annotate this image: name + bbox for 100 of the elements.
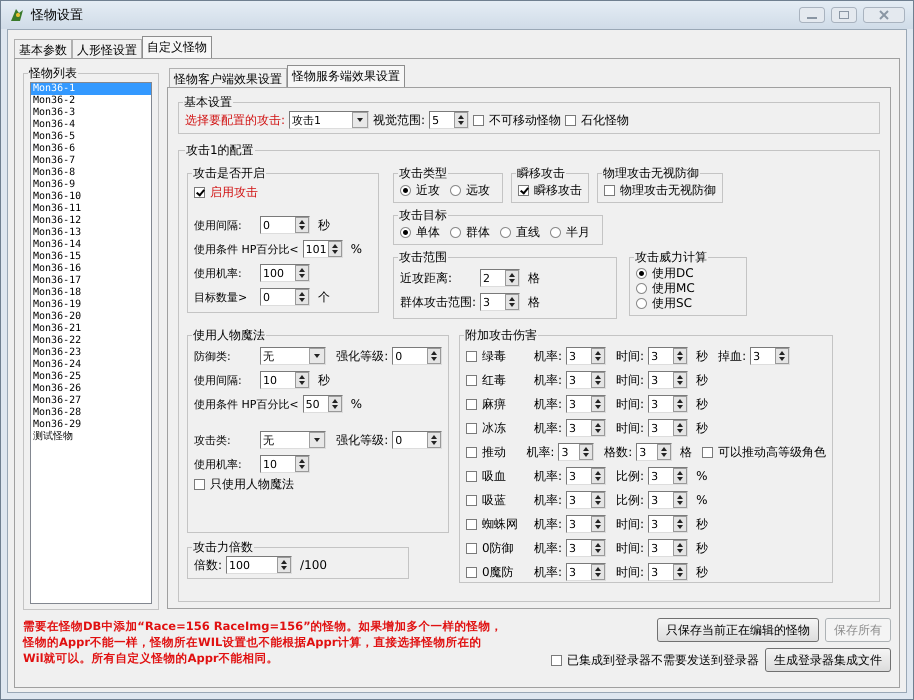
list-item[interactable]: Mon36-13: [31, 227, 151, 239]
save-current-button[interactable]: 只保存当前正在编辑的怪物: [657, 618, 819, 642]
list-item[interactable]: Mon36-19: [31, 299, 151, 311]
list-item[interactable]: Mon36-28: [31, 407, 151, 419]
spin-field[interactable]: 3: [480, 293, 520, 311]
spin-arrows-icon[interactable]: [673, 468, 688, 484]
list-item[interactable]: Mon36-22: [31, 335, 151, 347]
checkbox[interactable]: 麻痹: [466, 396, 530, 412]
spin-field[interactable]: 3: [648, 563, 688, 581]
spin-field[interactable]: 3: [566, 419, 606, 437]
spin-arrows-icon[interactable]: [591, 564, 606, 580]
spin-field[interactable]: 3: [750, 347, 790, 365]
spin-arrows-icon[interactable]: [591, 468, 606, 484]
radio-button[interactable]: 半月: [550, 224, 590, 241]
spin-field[interactable]: 10: [260, 455, 310, 473]
spin-field[interactable]: 0: [260, 288, 310, 306]
list-item[interactable]: Mon36-7: [31, 155, 151, 167]
checkbox[interactable]: 瞬移攻击: [518, 182, 582, 199]
spin-field[interactable]: 3: [648, 419, 688, 437]
spin-arrows-icon[interactable]: [591, 420, 606, 436]
checkbox[interactable]: 0防御: [466, 540, 530, 556]
spin-arrows-icon[interactable]: [295, 372, 309, 388]
spin-arrows-icon[interactable]: [673, 372, 688, 388]
spin-field[interactable]: 100: [226, 556, 292, 574]
spin-field[interactable]: 3: [648, 395, 688, 413]
spin-field[interactable]: 10: [260, 371, 310, 389]
checkbox[interactable]: 蜘蛛网: [466, 516, 530, 532]
spin-arrows-icon[interactable]: [295, 456, 309, 472]
spin-field[interactable]: 100: [260, 264, 310, 282]
radio-button[interactable]: 远攻: [450, 182, 490, 199]
spin-arrows-icon[interactable]: [579, 444, 594, 460]
spin-arrows-icon[interactable]: [277, 557, 292, 573]
radio-button[interactable]: 群体: [450, 224, 490, 241]
spin-field[interactable]: 3: [648, 347, 688, 365]
list-item[interactable]: Mon36-8: [31, 167, 151, 179]
list-item[interactable]: Mon36-29: [31, 419, 151, 431]
radio-button[interactable]: [636, 283, 647, 294]
checkbox[interactable]: 物理攻击无视防御: [604, 182, 716, 199]
spin-arrows-icon[interactable]: [673, 492, 688, 508]
radio-button[interactable]: [636, 268, 647, 279]
spin-arrows-icon[interactable]: [591, 516, 606, 532]
spin-field[interactable]: 0: [260, 216, 310, 234]
spin-arrows-icon[interactable]: [775, 348, 790, 364]
spin-field[interactable]: 3: [648, 491, 688, 509]
list-item[interactable]: Mon36-21: [31, 323, 151, 335]
list-item[interactable]: Mon36-10: [31, 191, 151, 203]
attack-dropdown[interactable]: 攻击1: [289, 111, 370, 129]
checkbox[interactable]: 绿毒: [466, 348, 530, 364]
spin-arrows-icon[interactable]: [591, 492, 606, 508]
spin-field[interactable]: 3: [648, 515, 688, 533]
spin-arrows-icon[interactable]: [673, 516, 688, 532]
list-item[interactable]: Mon36-4: [31, 119, 151, 131]
spin-arrows-icon[interactable]: [454, 112, 468, 128]
spin-arrows-icon[interactable]: [295, 289, 309, 305]
checkbox[interactable]: 红毒: [466, 372, 530, 388]
dropdown[interactable]: 无: [260, 431, 326, 449]
checkbox[interactable]: 不可移动怪物: [473, 112, 562, 128]
radio-button[interactable]: 直线: [500, 224, 540, 241]
spin-arrows-icon[interactable]: [591, 372, 606, 388]
list-item[interactable]: Mon36-26: [31, 383, 151, 395]
spin-arrows-icon[interactable]: [673, 564, 688, 580]
list-item[interactable]: Mon36-18: [31, 287, 151, 299]
spin-arrows-icon[interactable]: [591, 396, 606, 412]
spin-field[interactable]: 3: [648, 371, 688, 389]
list-item[interactable]: Mon36-3: [31, 107, 151, 119]
spin-field[interactable]: 3: [566, 539, 606, 557]
generate-button[interactable]: 生成登录器集成文件: [765, 648, 891, 672]
list-item[interactable]: Mon36-2: [31, 95, 151, 107]
checkbox[interactable]: 冰冻: [466, 420, 530, 436]
checkbox[interactable]: 吸血: [466, 468, 530, 484]
checkbox[interactable]: 石化怪物: [565, 112, 630, 128]
spin-arrows-icon[interactable]: [328, 396, 342, 412]
checkbox[interactable]: 0魔防: [466, 564, 530, 580]
list-item[interactable]: Mon36-6: [31, 143, 151, 155]
spin-field[interactable]: 5: [429, 111, 470, 129]
spin-arrows-icon[interactable]: [673, 540, 688, 556]
spin-arrows-icon[interactable]: [591, 348, 606, 364]
spin-field[interactable]: 50: [302, 395, 343, 413]
list-item[interactable]: 测试怪物: [31, 431, 151, 443]
list-item[interactable]: Mon36-12: [31, 215, 151, 227]
list-item[interactable]: Mon36-25: [31, 371, 151, 383]
list-item[interactable]: Mon36-5: [31, 131, 151, 143]
spin-field[interactable]: 3: [648, 539, 688, 557]
spin-field[interactable]: 3: [566, 563, 606, 581]
spin-field[interactable]: 2: [480, 269, 520, 287]
list-item[interactable]: Mon36-17: [31, 275, 151, 287]
radio-button[interactable]: [636, 298, 647, 309]
spin-arrows-icon[interactable]: [656, 444, 671, 460]
spin-arrows-icon[interactable]: [505, 294, 519, 310]
tab[interactable]: 人形怪设置: [72, 39, 142, 58]
spin-field[interactable]: 0: [392, 431, 442, 449]
list-item[interactable]: Mon36-27: [31, 395, 151, 407]
list-item[interactable]: Mon36-14: [31, 239, 151, 251]
tab[interactable]: 怪物客户端效果设置: [169, 68, 287, 87]
spin-arrows-icon[interactable]: [673, 420, 688, 436]
radio-button[interactable]: 近攻: [400, 182, 440, 199]
spin-arrows-icon[interactable]: [295, 217, 309, 233]
list-item[interactable]: Mon36-24: [31, 359, 151, 371]
list-item[interactable]: Mon36-20: [31, 311, 151, 323]
spin-arrows-icon[interactable]: [295, 265, 309, 281]
